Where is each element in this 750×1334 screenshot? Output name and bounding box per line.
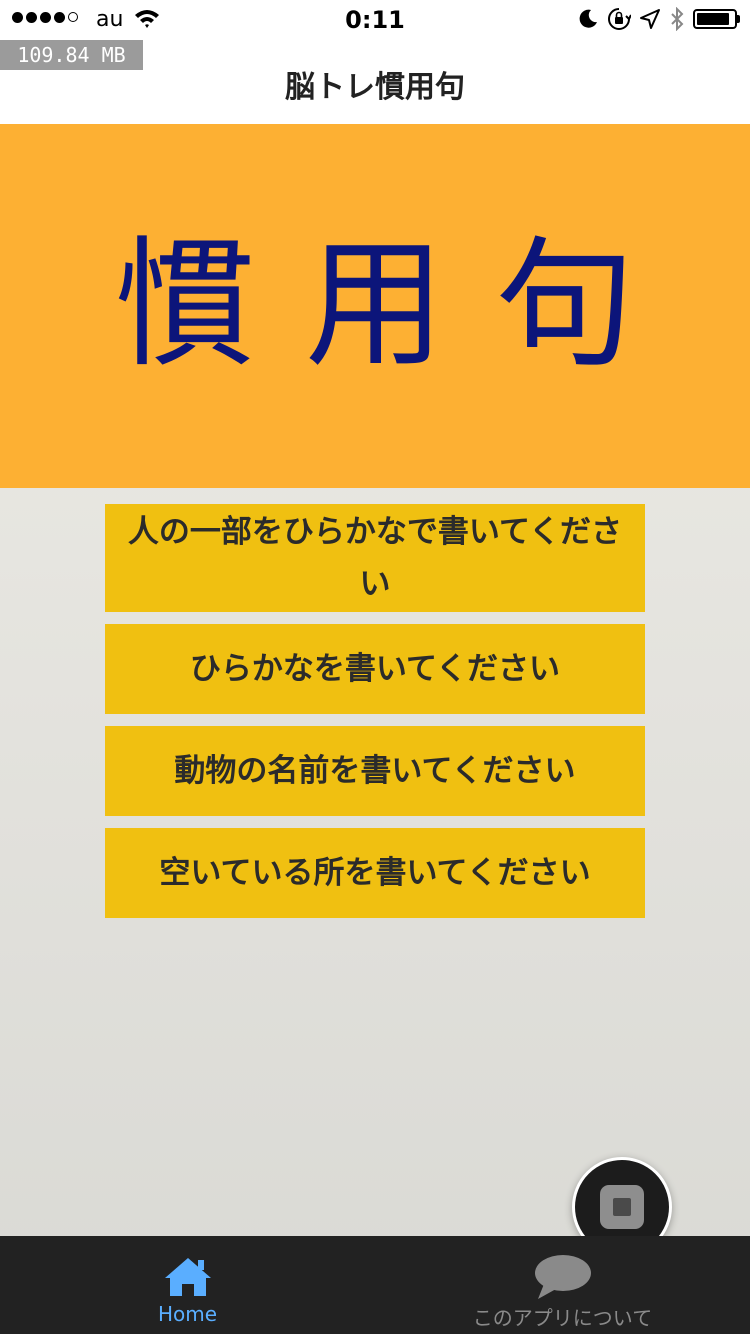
tab-home[interactable]: Home bbox=[0, 1236, 375, 1334]
stop-icon bbox=[600, 1185, 644, 1229]
do-not-disturb-icon bbox=[579, 9, 597, 28]
tab-about-app-label: このアプリについて bbox=[472, 1306, 653, 1330]
menu-button-hiragana[interactable]: ひらかなを書いてください bbox=[105, 624, 645, 714]
menu-button-body-parts[interactable]: 人の一部をひらかなで書いてください bbox=[105, 504, 645, 612]
hero-banner: 慣用句 bbox=[0, 124, 750, 488]
menu-button-animal-names[interactable]: 動物の名前を書いてください bbox=[105, 726, 645, 816]
bluetooth-icon bbox=[671, 7, 684, 31]
status-bar: au 0:11 bbox=[0, 0, 750, 40]
tab-about-app[interactable]: このアプリについて bbox=[375, 1236, 750, 1334]
location-icon bbox=[640, 9, 660, 29]
menu-button-fill-blanks[interactable]: 空いている所を書いてください bbox=[105, 828, 645, 918]
home-icon bbox=[164, 1258, 211, 1296]
tab-home-label: Home bbox=[157, 1302, 218, 1326]
tab-bar: Home このアプリについて bbox=[0, 1236, 750, 1334]
battery-icon bbox=[693, 9, 740, 29]
hero-title: 慣用句 bbox=[114, 224, 685, 387]
chat-bubble-icon bbox=[534, 1255, 591, 1299]
rotation-lock-icon bbox=[608, 8, 631, 30]
memory-usage-badge: 109.84 MB bbox=[0, 40, 143, 70]
